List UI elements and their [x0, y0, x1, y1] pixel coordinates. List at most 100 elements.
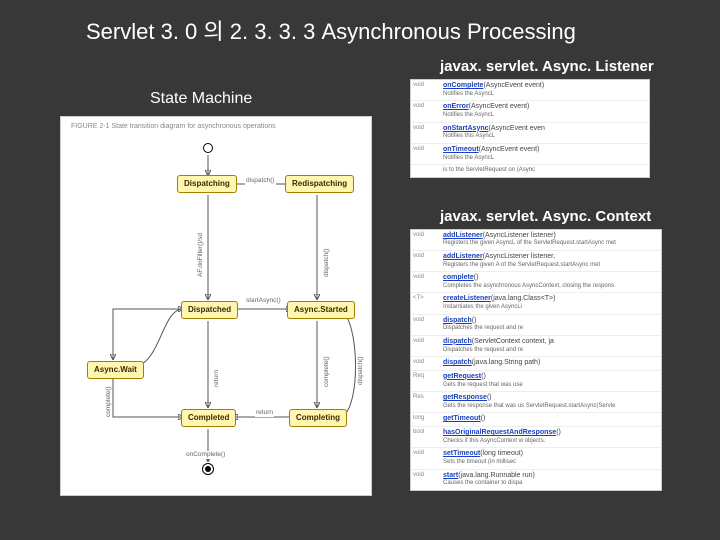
method-name: dispatch: [443, 359, 472, 366]
async-context-heading: javax. servlet. Async. Context: [410, 202, 690, 229]
return-type: void: [411, 252, 441, 270]
edge-dispatch-top: dispatch(): [245, 177, 276, 185]
edge-af-dispatched: AF.doFilter()/sd: [197, 233, 205, 277]
edge-return-left: return: [213, 370, 221, 387]
method-sig: getResponse()Gets the response that was …: [441, 393, 661, 411]
api-row: ResgetResponse()Gets the response that w…: [411, 391, 661, 412]
method-desc: Dispatches the request and re: [443, 347, 659, 355]
method-name: setTimeout: [443, 450, 480, 457]
async-listener-heading: javax. servlet. Async. Listener: [410, 52, 690, 79]
method-sig: addListener(AsyncListener listener)Regis…: [441, 231, 661, 249]
method-desc: Checks if this AsyncContext w objects.: [443, 438, 659, 446]
api-row: is to the ServletRequest on (Async: [411, 164, 649, 177]
api-row: voidaddListener(AsyncListener listener,R…: [411, 250, 661, 271]
state-machine-diagram: FIGURE 2-1 State transition diagram for …: [60, 116, 372, 496]
method-sig: complete()Completes the asynchronous Asy…: [441, 273, 661, 291]
method-desc: Gets the request that was use: [443, 382, 659, 390]
method-name: complete: [443, 274, 474, 281]
method-name: dispatch: [443, 338, 472, 345]
method-desc: Notifies this AsyncL: [443, 133, 647, 141]
api-row: <T>createListener(java.lang.Class<T>)Ins…: [411, 292, 661, 313]
method-desc: Notifies the AsyncL: [443, 155, 647, 163]
method-sig: dispatch()Dispatches the request and re: [441, 316, 661, 334]
method-sig: setTimeout(long timeout)Sets the timeout…: [441, 449, 661, 467]
method-desc: Registers the given A of the ServletRequ…: [443, 262, 659, 270]
edge-complete-far-left: complete(): [105, 386, 113, 417]
method-sig: onComplete(AsyncEvent event)Notifies the…: [441, 81, 649, 99]
method-name: hasOriginalRequestAndResponse: [443, 429, 556, 436]
return-type: void: [411, 358, 441, 369]
method-sig: dispatch(java.lang.String path): [441, 358, 661, 369]
method-desc: Causes the container to dispa: [443, 480, 659, 488]
state-completing: Completing: [289, 409, 347, 427]
method-name: onStartAsync: [443, 125, 489, 132]
api-row: voidonError(AsyncEvent event)Notifies th…: [411, 100, 649, 121]
method-name: onTimeout: [443, 146, 479, 153]
method-name: addListener: [443, 253, 483, 260]
method-name: getResponse: [443, 394, 487, 401]
return-type: void: [411, 273, 441, 291]
method-name: onComplete: [443, 82, 483, 89]
state-machine-column: State Machine FIGURE 2-1 State transitio…: [60, 90, 380, 496]
api-row: voidaddListener(AsyncListener listener)R…: [411, 230, 661, 250]
return-type: void: [411, 231, 441, 249]
api-row: longgetTimeout(): [411, 412, 661, 426]
return-type: <T>: [411, 294, 441, 312]
method-desc: Registers the given AsyncL of the Servle…: [443, 240, 659, 248]
method-name: onError: [443, 103, 469, 110]
api-row: voidstart(java.lang.Runnable run)Causes …: [411, 469, 661, 490]
edge-return-mid: return: [255, 409, 274, 417]
method-desc: Notifies the AsyncL: [443, 112, 647, 120]
return-type: Req: [411, 372, 441, 390]
state-dispatched: Dispatched: [181, 301, 238, 319]
return-type: void: [411, 102, 441, 120]
return-type: void: [411, 471, 441, 489]
state-redispatching: Redispatching: [285, 175, 354, 193]
api-row: ReqgetRequest()Gets the request that was…: [411, 370, 661, 391]
method-desc: Gets the response that was us ServletReq…: [443, 403, 659, 411]
method-desc: Completes the asynchronous AsyncContext,…: [443, 283, 659, 291]
state-completed: Completed: [181, 409, 236, 427]
return-type: bool: [411, 428, 441, 446]
method-sig: getTimeout(): [441, 414, 661, 425]
method-name: createListener: [443, 295, 491, 302]
method-desc: Notifies the AsyncL: [443, 91, 647, 99]
return-type: void: [411, 316, 441, 334]
method-sig: hasOriginalRequestAndResponse()Checks if…: [441, 428, 661, 446]
method-name: getTimeout: [443, 415, 481, 422]
async-context-table: voidaddListener(AsyncListener listener)R…: [410, 229, 662, 491]
return-type: long: [411, 414, 441, 425]
method-desc: Sets the timeout (in millisec: [443, 459, 659, 467]
async-listener-table: voidonComplete(AsyncEvent event)Notifies…: [410, 79, 650, 178]
api-row: voidonTimeout(AsyncEvent event)Notifies …: [411, 143, 649, 164]
return-type: void: [411, 81, 441, 99]
api-column: javax. servlet. Async. Listener voidonCo…: [410, 52, 690, 491]
end-node-icon: [202, 463, 214, 475]
figure-caption: FIGURE 2-1 State transition diagram for …: [71, 123, 276, 132]
edge-start-async: startAsync(): [245, 297, 282, 305]
method-sig: onError(AsyncEvent event)Notifies the As…: [441, 102, 649, 120]
api-row: boolhasOriginalRequestAndResponse()Check…: [411, 426, 661, 447]
method-name: getRequest: [443, 373, 481, 380]
api-row: voiddispatch(java.lang.String path): [411, 356, 661, 370]
method-sig: addListener(AsyncListener listener,Regis…: [441, 252, 661, 270]
method-sig: dispatch(ServletContext context, jaDispa…: [441, 337, 661, 355]
method-name: addListener: [443, 232, 483, 239]
api-row: voidsetTimeout(long timeout)Sets the tim…: [411, 447, 661, 468]
page-title: Servlet 3. 0 의 2. 3. 3. 3 Asynchronous P…: [0, 0, 720, 46]
api-row: voidonStartAsync(AsyncEvent evenNotifies…: [411, 122, 649, 143]
edge-oncomplete: onComplete(): [185, 451, 226, 459]
return-type: Res: [411, 393, 441, 411]
return-type: void: [411, 449, 441, 467]
method-sig: start(java.lang.Runnable run)Causes the …: [441, 471, 661, 489]
method-sig: onStartAsync(AsyncEvent evenNotifies thi…: [441, 124, 649, 142]
api-row: voiddispatch()Dispatches the request and…: [411, 314, 661, 335]
method-sig: onTimeout(AsyncEvent event)Notifies the …: [441, 145, 649, 163]
edge-dispatch-far-right: dispatch(): [357, 356, 365, 385]
method-desc: Dispatches the request and re: [443, 325, 659, 333]
method-name: start: [443, 472, 458, 479]
method-name: dispatch: [443, 317, 472, 324]
return-type: void: [411, 337, 441, 355]
method-sig: createListener(java.lang.Class<T>)Instan…: [441, 294, 661, 312]
api-row: voiddispatch(ServletContext context, jaD…: [411, 335, 661, 356]
